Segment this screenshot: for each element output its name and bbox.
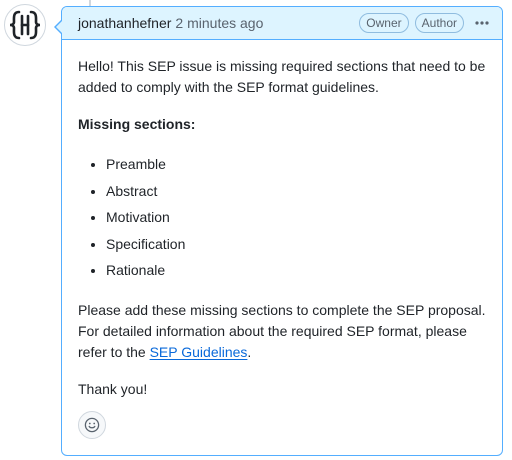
owner-badge: Owner bbox=[359, 13, 409, 33]
list-item: Motivation bbox=[106, 204, 486, 231]
timestamp-link[interactable]: 2 minutes ago bbox=[175, 15, 263, 31]
comment-box: jonathanhefner 2 minutes ago Owner Autho… bbox=[54, 6, 503, 456]
intro-paragraph: Hello! This SEP issue is missing require… bbox=[78, 58, 486, 95]
author-badge: Author bbox=[414, 13, 464, 33]
closing-period: . bbox=[247, 343, 252, 360]
list-item: Abstract bbox=[106, 178, 486, 205]
closing-text: Please add these missing sections to com… bbox=[78, 301, 486, 360]
kebab-horizontal-icon[interactable] bbox=[470, 11, 494, 35]
list-item: Preamble bbox=[106, 151, 486, 178]
missing-sections-heading: Missing sections: bbox=[78, 116, 196, 132]
missing-sections-list: Preamble Abstract Motivation Specificati… bbox=[78, 151, 486, 284]
comment-caret-fill bbox=[56, 20, 63, 34]
list-item: Specification bbox=[106, 231, 486, 258]
closing-paragraph: Please add these missing sections to com… bbox=[78, 300, 486, 363]
comment-header: jonathanhefner 2 minutes ago Owner Autho… bbox=[62, 7, 502, 40]
thanks-paragraph: Thank you! bbox=[78, 380, 148, 397]
author-link[interactable]: jonathanhefner bbox=[78, 15, 171, 31]
list-item: Rationale bbox=[106, 257, 486, 284]
comment-body: Hello! This SEP issue is missing require… bbox=[62, 40, 502, 400]
hefner-logo-icon bbox=[9, 10, 41, 40]
avatar[interactable] bbox=[4, 4, 46, 46]
sep-guidelines-link[interactable]: SEP Guidelines bbox=[150, 344, 248, 360]
smiley-icon bbox=[84, 417, 100, 433]
add-reaction-button[interactable] bbox=[78, 411, 106, 439]
